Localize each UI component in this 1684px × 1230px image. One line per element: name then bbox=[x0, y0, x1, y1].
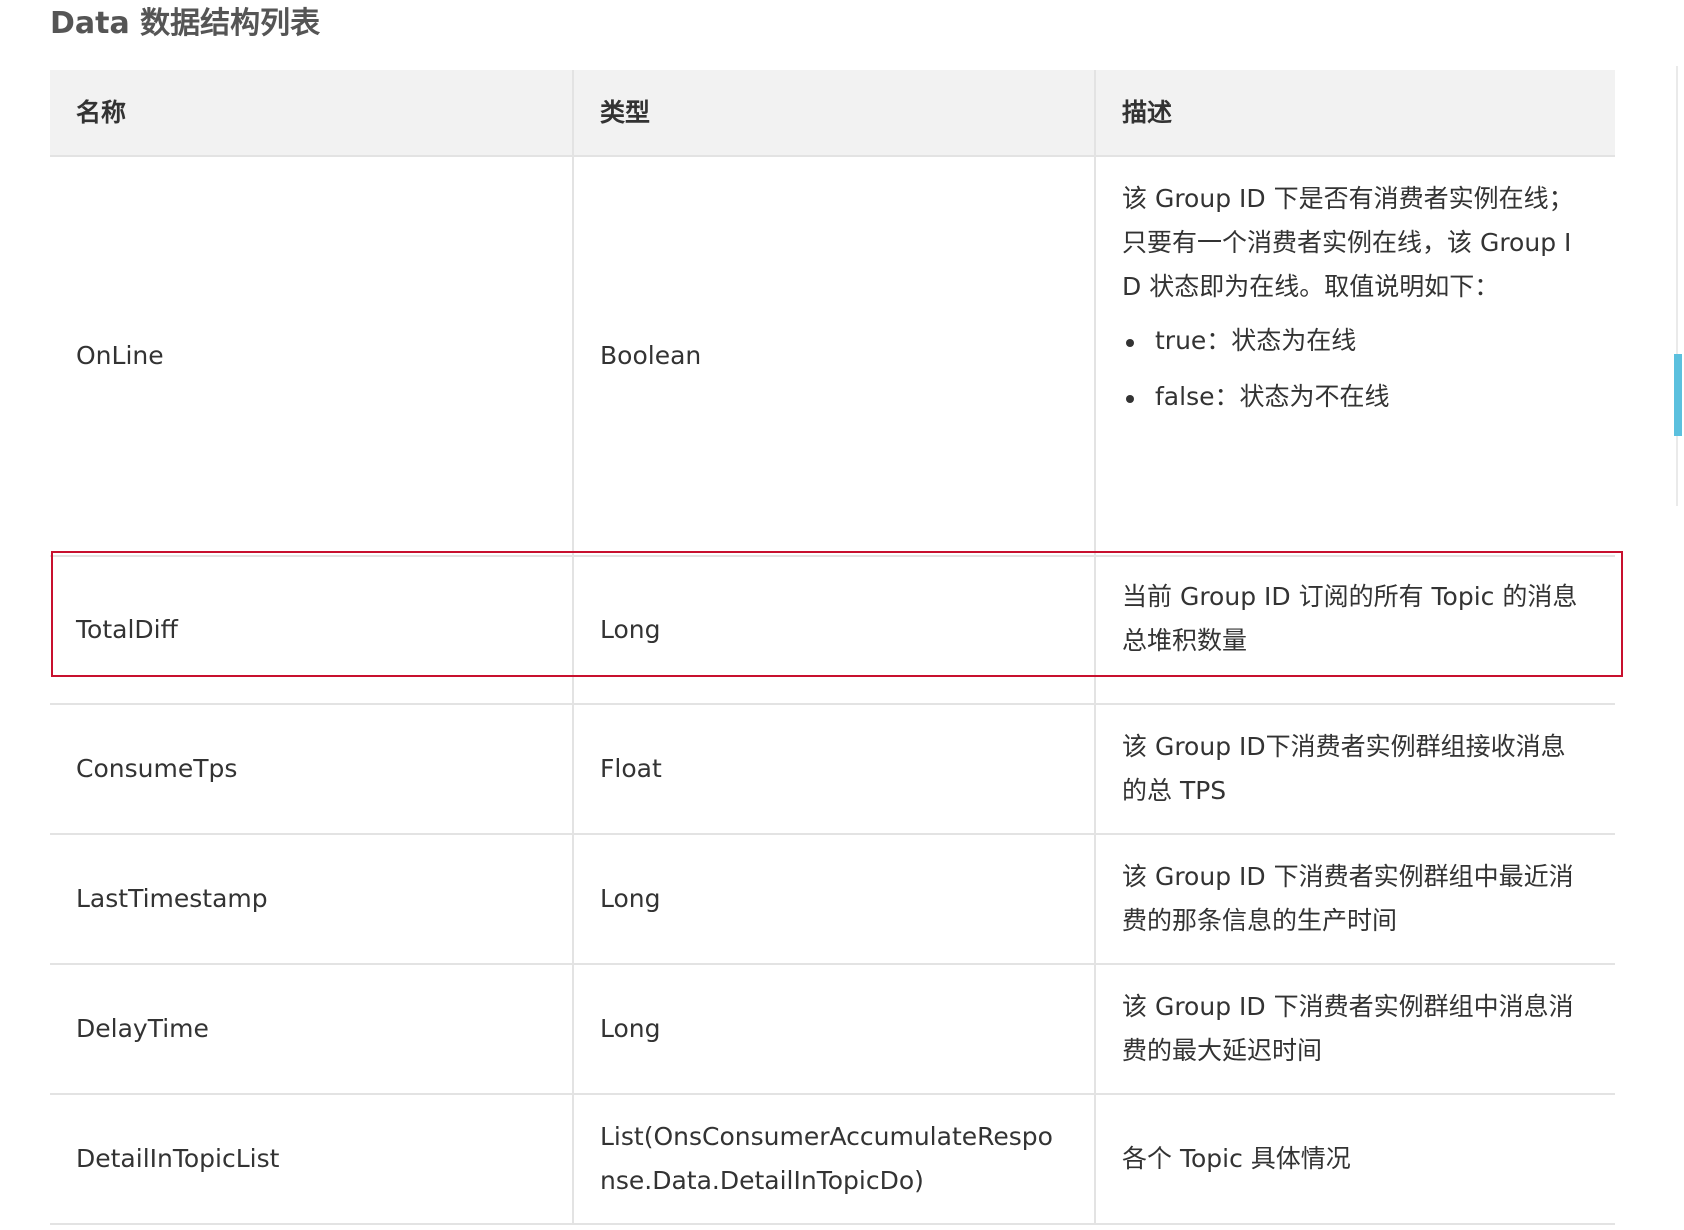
field-type-cell: Boolean bbox=[573, 156, 1096, 557]
table-row: DetailInTopicList List(OnsConsumerAccumu… bbox=[50, 1094, 1615, 1225]
field-name-cell: DelayTime bbox=[50, 964, 574, 1095]
list-item: false：状态为不在线 bbox=[1122, 375, 1589, 419]
field-type-cell: Float bbox=[573, 704, 1096, 835]
description-text: 该 Group ID 下是否有消费者实例在线；只要有一个消费者实例在线，该 Gr… bbox=[1122, 184, 1574, 301]
column-header-name: 名称 bbox=[50, 70, 574, 157]
field-type-cell: Long bbox=[573, 964, 1096, 1095]
scrollbar-track[interactable] bbox=[1676, 66, 1678, 506]
table-row: ConsumeTps Float 该 Group ID下消费者实例群组接收消息的… bbox=[50, 704, 1615, 835]
field-description-cell: 该 Group ID下消费者实例群组接收消息的总 TPS bbox=[1095, 704, 1615, 835]
field-name-cell: LastTimestamp bbox=[50, 834, 574, 965]
table-row: DelayTime Long 该 Group ID 下消费者实例群组中消息消费的… bbox=[50, 964, 1615, 1095]
column-header-type: 类型 bbox=[573, 70, 1096, 157]
field-description-cell: 该 Group ID 下是否有消费者实例在线；只要有一个消费者实例在线，该 Gr… bbox=[1095, 156, 1615, 557]
table-row: OnLine Boolean 该 Group ID 下是否有消费者实例在线；只要… bbox=[50, 156, 1615, 557]
scrollbar-thumb[interactable] bbox=[1674, 354, 1682, 436]
field-description-cell: 该 Group ID 下消费者实例群组中最近消费的那条信息的生产时间 bbox=[1095, 834, 1615, 965]
value-list: true：状态为在线 false：状态为不在线 bbox=[1122, 319, 1589, 419]
bullet-icon bbox=[1126, 395, 1134, 403]
field-description-cell: 各个 Topic 具体情况 bbox=[1095, 1094, 1615, 1225]
table-header-row: 名称 类型 描述 bbox=[50, 70, 1615, 157]
list-item-text: false：状态为不在线 bbox=[1155, 382, 1390, 411]
list-item: true：状态为在线 bbox=[1122, 319, 1589, 363]
table-row: LastTimestamp Long 该 Group ID 下消费者实例群组中最… bbox=[50, 834, 1615, 965]
field-description-cell: 该 Group ID 下消费者实例群组中消息消费的最大延迟时间 bbox=[1095, 964, 1615, 1095]
field-name-cell: ConsumeTps bbox=[50, 704, 574, 835]
highlight-box bbox=[51, 551, 1623, 677]
field-name-cell: DetailInTopicList bbox=[50, 1094, 574, 1225]
section-title: Data 数据结构列表 bbox=[50, 6, 321, 41]
column-header-description: 描述 bbox=[1095, 70, 1615, 157]
list-item-text: true：状态为在线 bbox=[1155, 326, 1357, 355]
bullet-icon bbox=[1126, 339, 1134, 347]
field-type-cell: List(OnsConsumerAccumulateResponse.Data.… bbox=[573, 1094, 1096, 1225]
field-type-cell: Long bbox=[573, 834, 1096, 965]
field-name-cell: OnLine bbox=[50, 156, 574, 557]
